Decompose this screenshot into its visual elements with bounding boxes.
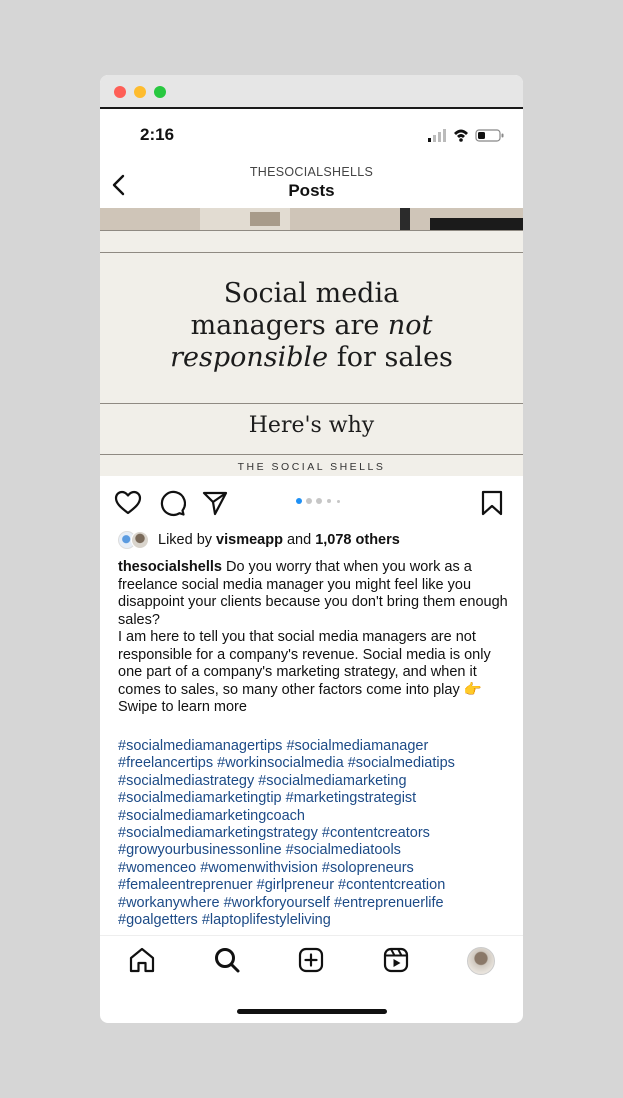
hashtag-line[interactable]: #socialmediamarketingstrategy #contentcr… bbox=[118, 825, 510, 842]
hashtag-line[interactable]: #womenceo #womenwithvision #solopreneurs bbox=[118, 860, 510, 877]
battery-icon bbox=[475, 129, 504, 142]
post-caption: thesocialshells Do you worry that when y… bbox=[118, 559, 510, 717]
hashtag-line[interactable]: #socialmediastrategy #socialmediamarketi… bbox=[118, 773, 510, 790]
hashtag-line[interactable]: #socialmediamarketingtip #marketingstrat… bbox=[118, 790, 510, 807]
caption-username[interactable]: thesocialshells bbox=[118, 559, 222, 575]
minimize-window-button[interactable] bbox=[134, 86, 146, 98]
page-title: Posts bbox=[288, 181, 335, 200]
browser-window: 2:16 THESOCIALSHELLS Posts Social media … bbox=[100, 75, 523, 1023]
profile-avatar[interactable] bbox=[467, 947, 495, 975]
carousel-dot bbox=[296, 498, 302, 504]
slide-divider bbox=[100, 230, 523, 231]
send-icon[interactable] bbox=[201, 489, 229, 517]
hashtag-line[interactable]: #workanywhere #workforyourself #entrepre… bbox=[118, 895, 510, 912]
status-icons bbox=[428, 129, 504, 142]
hashtag-line[interactable]: #goalgetters #laptoplifestyleliving bbox=[118, 912, 510, 929]
likes-text: Liked by vismeapp and 1,078 others bbox=[158, 532, 400, 548]
carousel-dot bbox=[327, 499, 331, 503]
cellular-signal-icon bbox=[428, 129, 446, 142]
carousel-dot bbox=[337, 500, 340, 503]
slide-subheadline: Here's why bbox=[248, 413, 375, 438]
wifi-icon bbox=[454, 129, 468, 142]
headline-line: Social media bbox=[223, 278, 400, 309]
close-window-button[interactable] bbox=[114, 86, 126, 98]
comment-icon[interactable] bbox=[158, 489, 186, 517]
create-icon[interactable] bbox=[297, 946, 325, 974]
hashtag-list: #socialmediamanagertips #socialmediamana… bbox=[118, 738, 510, 929]
headline-line: managers are not bbox=[190, 310, 433, 341]
hashtag-line[interactable]: #growyourbusinessonline #socialmediatool… bbox=[118, 842, 510, 859]
hashtag-line[interactable]: #socialmediamanagertips #socialmediamana… bbox=[118, 738, 510, 755]
slide-divider bbox=[100, 403, 523, 404]
headline-line: responsible for sales bbox=[170, 342, 453, 373]
window-titlebar bbox=[100, 75, 523, 109]
slide-divider bbox=[100, 252, 523, 253]
bookmark-icon[interactable] bbox=[478, 489, 506, 517]
search-icon[interactable] bbox=[213, 946, 241, 974]
bottom-tab-bar bbox=[100, 935, 523, 992]
likes-row[interactable]: Liked by vismeapp and 1,078 others bbox=[118, 531, 518, 551]
home-indicator bbox=[237, 1009, 387, 1014]
maximize-window-button[interactable] bbox=[154, 86, 166, 98]
hashtag-line[interactable]: #femaleentreprenuer #girlpreneur #conten… bbox=[118, 877, 510, 894]
slide-brand: THE SOCIAL SHELLS bbox=[237, 461, 386, 473]
caption-text: I am here to tell you that social media … bbox=[118, 629, 491, 715]
home-icon[interactable] bbox=[128, 946, 156, 974]
hashtag-line[interactable]: #socialmediamarketingcoach bbox=[118, 808, 510, 825]
carousel-dot bbox=[316, 498, 322, 504]
reels-icon[interactable] bbox=[382, 946, 410, 974]
status-time: 2:16 bbox=[140, 125, 175, 144]
photo-strip bbox=[100, 208, 523, 230]
heart-icon[interactable] bbox=[114, 489, 142, 517]
slide-divider bbox=[100, 454, 523, 455]
slide-headline: Social media managers are not responsibl… bbox=[100, 278, 523, 374]
carousel-dot bbox=[306, 498, 312, 504]
avatar bbox=[131, 531, 149, 549]
header-username[interactable]: THESOCIALSHELLS bbox=[100, 165, 523, 179]
hashtag-line[interactable]: #freelancertips #workinsocialmedia #soci… bbox=[118, 755, 510, 772]
post-image[interactable]: Social media managers are not responsibl… bbox=[100, 208, 523, 476]
